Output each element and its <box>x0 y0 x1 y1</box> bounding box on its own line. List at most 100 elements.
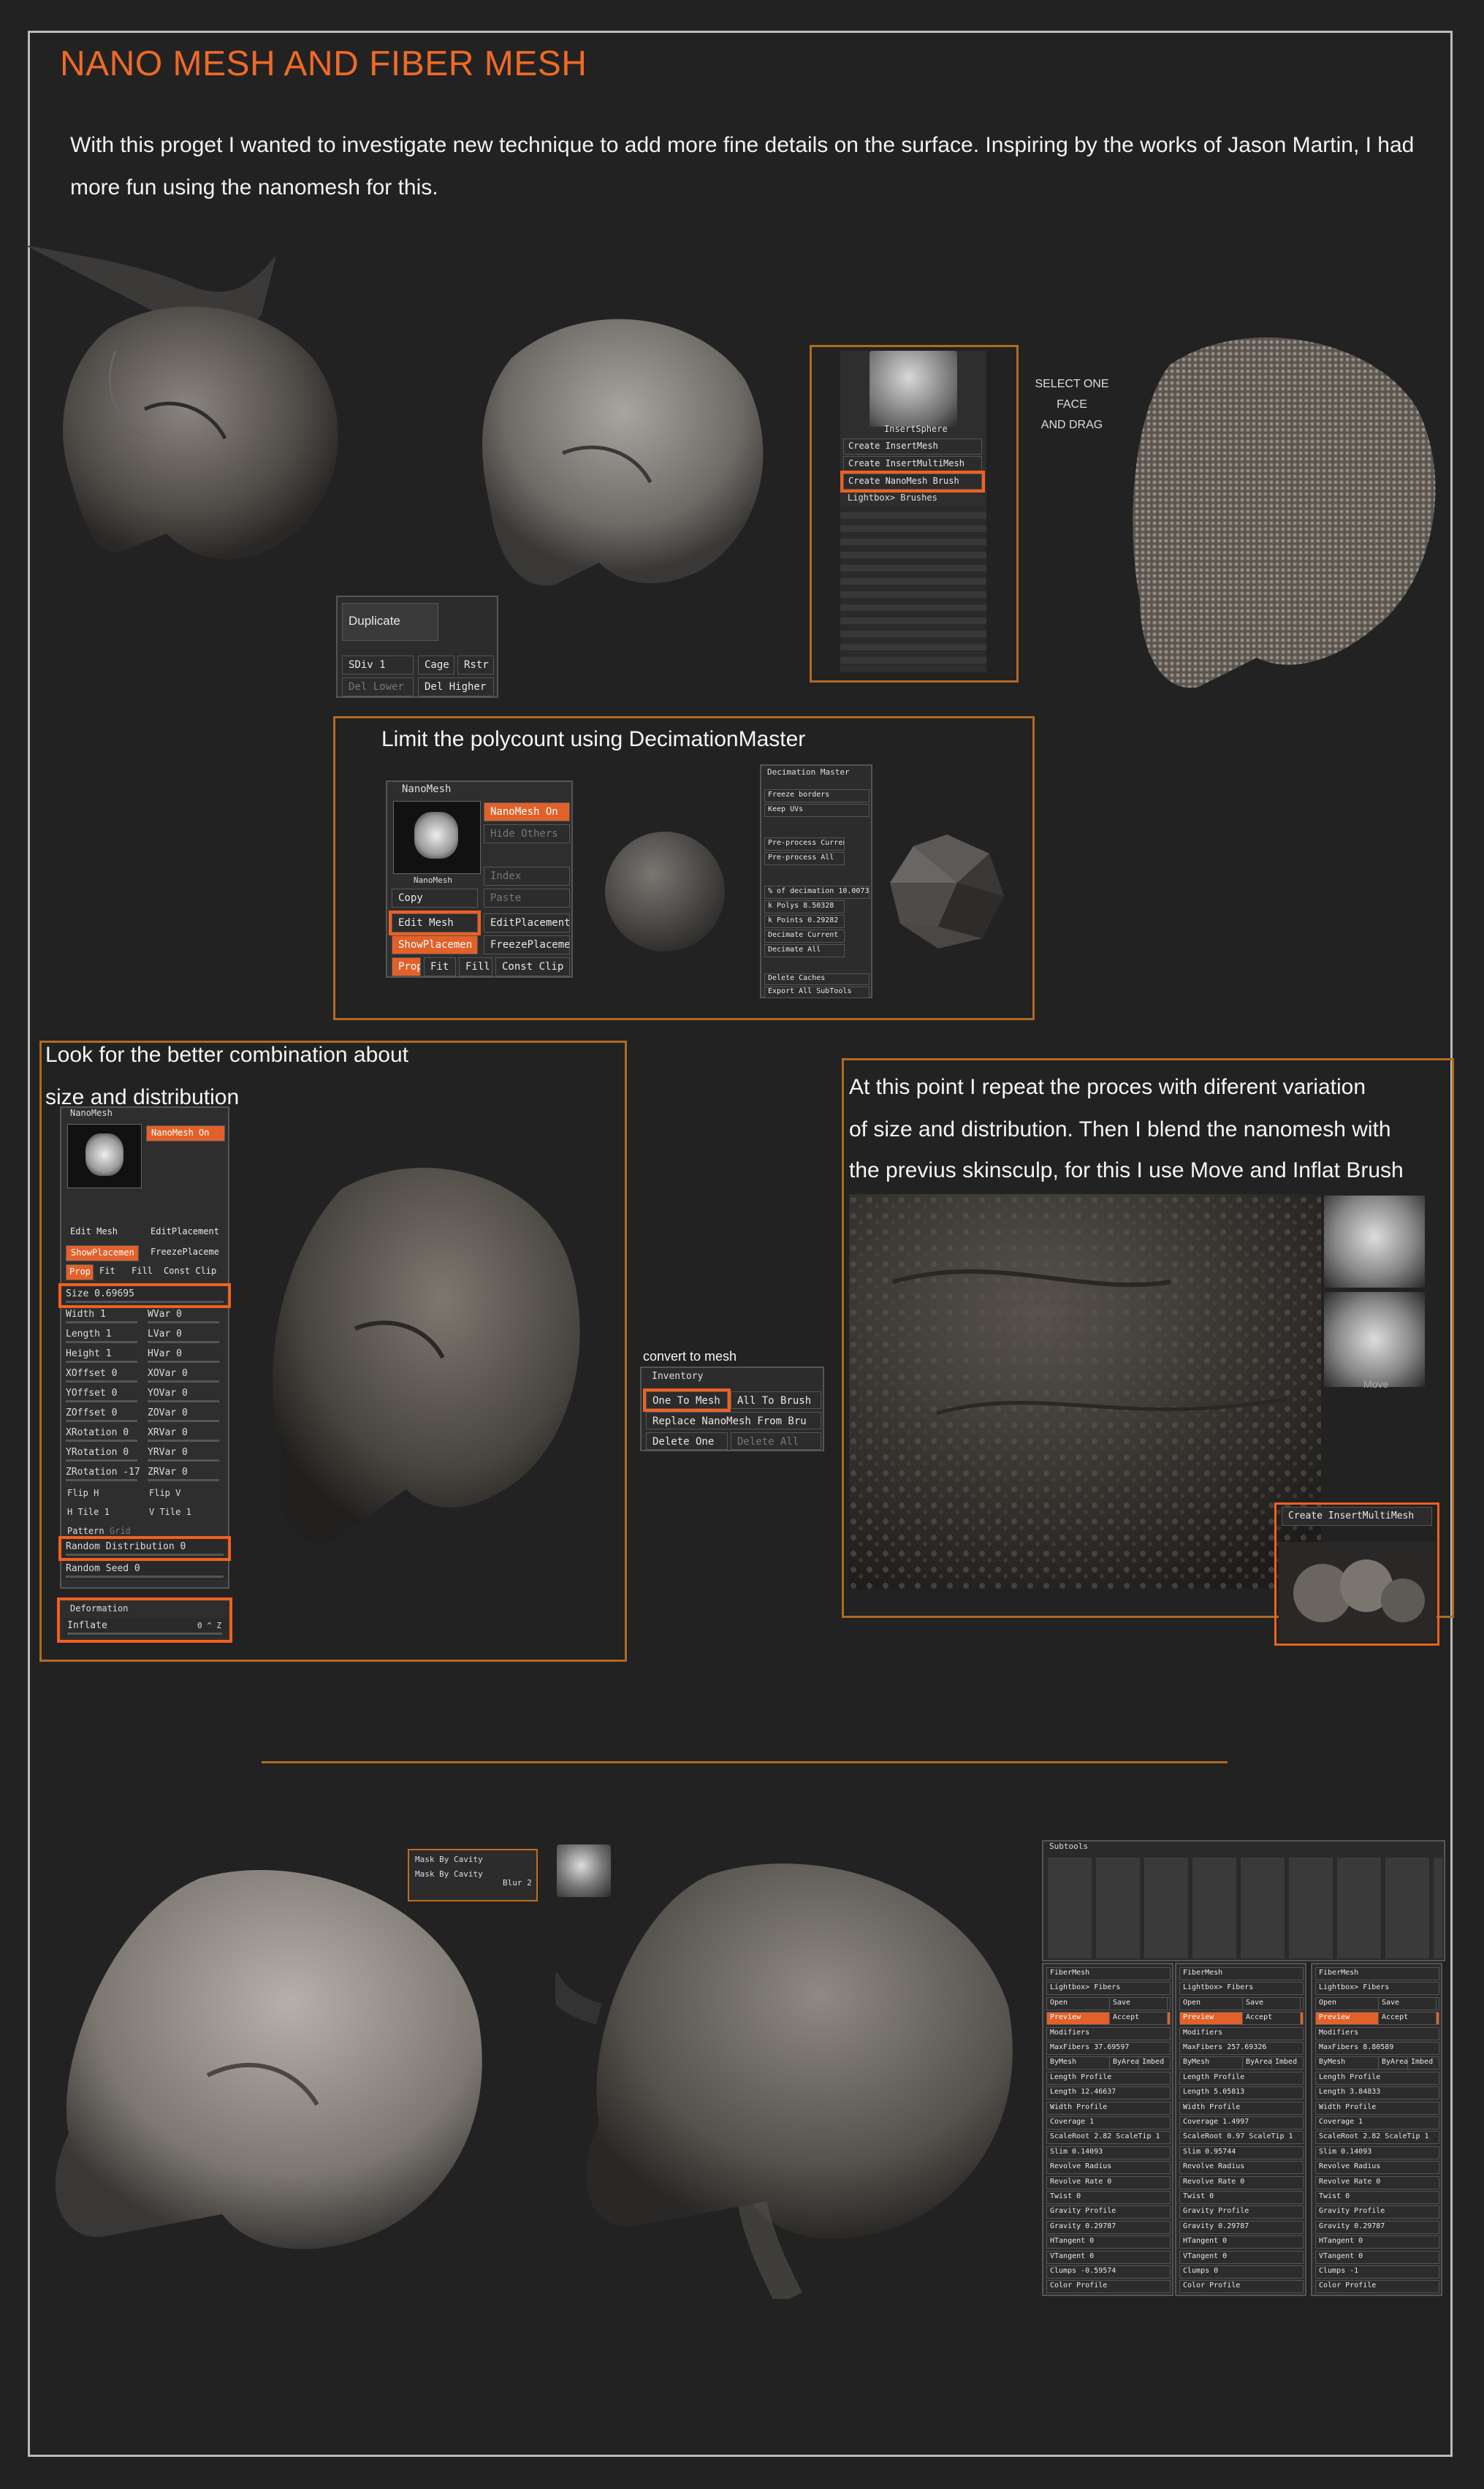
freeze-borders-button[interactable]: Freeze borders <box>764 789 870 802</box>
prop-button[interactable]: Prop <box>392 957 421 976</box>
preprocess-all-button[interactable]: Pre-process All <box>764 852 845 865</box>
edit-mesh-button[interactable]: Edit Mesh <box>389 911 481 935</box>
length-slider[interactable]: Length 5.05813 <box>1179 2086 1304 2100</box>
var-slider[interactable]: ZRVar 0 <box>143 1464 224 1483</box>
settings-freeze-placement[interactable]: FreezePlaceme <box>146 1245 225 1261</box>
settings-edit-mesh[interactable]: Edit Mesh <box>66 1225 139 1241</box>
del-lower-button[interactable]: Del Lower <box>342 677 414 696</box>
settings-fill[interactable]: Fill <box>129 1264 158 1280</box>
maxfibers-slider[interactable]: MaxFibers 8.80589 <box>1315 2042 1439 2055</box>
length-slider[interactable]: Length 3.84833 <box>1315 2086 1439 2100</box>
slim-slider[interactable]: Slim 0.14093 <box>1315 2146 1439 2159</box>
save-button[interactable]: Save <box>1242 1996 1301 2010</box>
random-distribution-slider[interactable]: Random Distribution 0 <box>58 1536 231 1561</box>
hide-others-button[interactable]: Hide Others <box>484 824 570 843</box>
maxfibers-slider[interactable]: MaxFibers 257.69326 <box>1179 2042 1304 2055</box>
fill-button[interactable]: Fill <box>459 957 492 976</box>
all-to-brush-button[interactable]: All To Brush <box>731 1391 821 1409</box>
lightbox-fibers[interactable]: Lightbox> Fibers <box>1179 1982 1304 1996</box>
save-button[interactable]: Save <box>1109 1996 1168 2010</box>
main-slider[interactable]: Length 1 <box>61 1326 142 1345</box>
main-slider[interactable]: ZRotation -17 <box>61 1464 142 1483</box>
mask-by-cavity-button[interactable]: Mask By Cavity <box>415 1869 483 1879</box>
slim-slider[interactable]: Slim 0.95744 <box>1179 2146 1304 2159</box>
scale-slider[interactable]: ScaleRoot 2.82 ScaleTip 1 <box>1046 2131 1171 2145</box>
index-slider[interactable]: Index <box>484 867 570 886</box>
imbed-button[interactable]: Imbed <box>1138 2056 1171 2070</box>
k-points-slider[interactable]: k Points 0.29282 <box>764 915 845 928</box>
keep-uvs-button[interactable]: Keep UVs <box>764 804 870 817</box>
decimate-current-button[interactable]: Decimate Current <box>764 930 845 943</box>
var-slider[interactable]: WVar 0 <box>143 1307 224 1326</box>
delete-one-button[interactable]: Delete One <box>646 1432 728 1450</box>
freeze-placement-button[interactable]: FreezePlaceme <box>484 935 570 954</box>
lightbox-fibers[interactable]: Lightbox> Fibers <box>1315 1982 1439 1996</box>
revolve-rate-slider[interactable]: Revolve Rate 0 <box>1315 2176 1439 2189</box>
settings-prop[interactable]: Prop <box>66 1264 94 1280</box>
cage-button[interactable]: Cage <box>418 656 454 674</box>
rstr-button[interactable]: Rstr <box>457 656 494 674</box>
create-nanomesh-brush-button[interactable]: Create NanoMesh Brush <box>840 471 985 493</box>
create-insertmultimesh-button[interactable]: Create InsertMultiMesh <box>1282 1507 1432 1526</box>
replace-nanomesh-button[interactable]: Replace NanoMesh From Bru <box>646 1412 821 1429</box>
create-insert-mesh-button[interactable]: Create InsertMesh <box>843 438 982 455</box>
coverage-slider[interactable]: Coverage 1 <box>1046 2116 1171 2129</box>
del-higher-button[interactable]: Del Higher <box>418 677 494 696</box>
length-slider[interactable]: Length 12.46637 <box>1046 2086 1171 2100</box>
vtangent-slider[interactable]: VTangent 0 <box>1179 2250 1304 2264</box>
delete-caches-button[interactable]: Delete Caches <box>764 973 870 985</box>
copy-button[interactable]: Copy <box>392 889 478 908</box>
k-polys-slider[interactable]: k Polys 8.50328 <box>764 900 845 913</box>
twist-slider[interactable]: Twist 0 <box>1046 2191 1171 2204</box>
delete-all-button[interactable]: Delete All <box>731 1432 821 1450</box>
vtangent-slider[interactable]: VTangent 0 <box>1046 2250 1171 2264</box>
size-slider[interactable]: Size 0.69695 <box>58 1283 231 1308</box>
v-tile-slider[interactable]: V Tile 1 <box>149 1507 191 1517</box>
revolve-rate-slider[interactable]: Revolve Rate 0 <box>1179 2176 1304 2189</box>
scale-slider[interactable]: ScaleRoot 0.97 ScaleTip 1 <box>1179 2131 1304 2145</box>
main-slider[interactable]: YRotation 0 <box>61 1445 142 1464</box>
export-all-subtools-button[interactable]: Export All SubTools <box>764 987 870 998</box>
var-slider[interactable]: HVar 0 <box>143 1346 224 1365</box>
grid-button[interactable]: Grid <box>110 1526 131 1536</box>
one-to-mesh-button[interactable]: One To Mesh <box>643 1388 731 1412</box>
fit-button[interactable]: Fit <box>424 957 456 976</box>
settings-edit-placement[interactable]: EditPlacement <box>146 1225 225 1241</box>
settings-show-placement[interactable]: ShowPlacemen <box>66 1245 139 1261</box>
htangent-slider[interactable]: HTangent 0 <box>1046 2235 1171 2249</box>
preprocess-current-button[interactable]: Pre-process Current <box>764 837 845 851</box>
create-insert-multimesh-button[interactable]: Create InsertMultiMesh <box>843 456 982 472</box>
flip-v-button[interactable]: Flip V <box>149 1488 180 1498</box>
inflate-brush-icon[interactable] <box>1324 1196 1425 1288</box>
duplicate-button[interactable]: Duplicate <box>342 603 438 641</box>
var-slider[interactable]: LVar 0 <box>143 1326 224 1345</box>
settings-nanomesh-on[interactable]: NanoMesh On <box>146 1125 225 1141</box>
revolve-rate-slider[interactable]: Revolve Rate 0 <box>1046 2176 1171 2189</box>
settings-fit[interactable]: Fit <box>96 1264 126 1280</box>
var-slider[interactable]: YOVar 0 <box>143 1386 224 1405</box>
maxfibers-slider[interactable]: MaxFibers 37.69597 <box>1046 2042 1171 2055</box>
paste-button[interactable]: Paste <box>484 889 570 908</box>
imbed-button[interactable]: Imbed <box>1407 2056 1439 2070</box>
fiber-brush-thumbnails[interactable] <box>1048 1858 1442 1958</box>
const-clip-button[interactable]: Const Clip <box>495 957 570 976</box>
accept-button[interactable]: Accept <box>1378 2012 1437 2026</box>
random-seed-slider[interactable]: Random Seed 0 <box>61 1561 228 1580</box>
nanomesh-on-toggle[interactable]: NanoMesh On <box>484 802 570 821</box>
save-button[interactable]: Save <box>1378 1996 1437 2010</box>
flip-h-button[interactable]: Flip H <box>67 1488 99 1498</box>
decimation-percent-slider[interactable]: % of decimation 10.00734 <box>764 886 870 899</box>
main-slider[interactable]: Width 1 <box>61 1307 142 1326</box>
nanomesh-thumbnail[interactable] <box>393 801 481 874</box>
settings-const-clip[interactable]: Const Clip <box>161 1264 225 1280</box>
scale-slider[interactable]: ScaleRoot 2.82 ScaleTip 1 <box>1315 2131 1439 2145</box>
lightbox-fibers[interactable]: Lightbox> Fibers <box>1046 1982 1171 1996</box>
main-slider[interactable]: Height 1 <box>61 1346 142 1365</box>
var-slider[interactable]: ZOVar 0 <box>143 1405 224 1424</box>
twist-slider[interactable]: Twist 0 <box>1315 2191 1439 2204</box>
htangent-slider[interactable]: HTangent 0 <box>1179 2235 1304 2249</box>
move-brush-icon[interactable] <box>1324 1292 1425 1387</box>
imbed-button[interactable]: Imbed <box>1271 2056 1304 2070</box>
clumps-slider[interactable]: Clumps -0.59574 <box>1046 2265 1171 2279</box>
gravity-slider[interactable]: Gravity 0.29787 <box>1315 2220 1439 2234</box>
